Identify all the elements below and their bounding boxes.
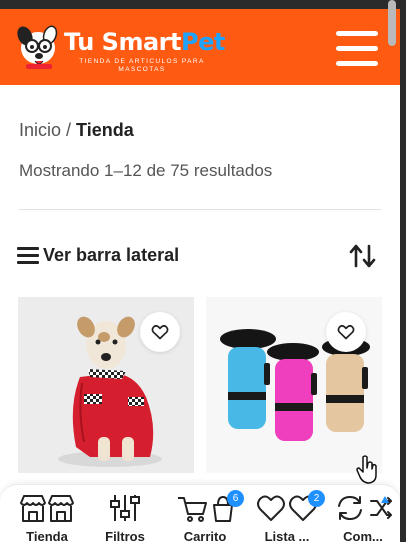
product-card[interactable] xyxy=(18,297,194,473)
product-card[interactable] xyxy=(206,297,382,473)
site-logo[interactable]: Tu SmartPet TIENDA DE ARTICULOS PARA MAS… xyxy=(16,22,226,73)
wishlist-button[interactable] xyxy=(140,312,180,352)
breadcrumb: Inicio / Tienda xyxy=(19,120,134,141)
brand-name: Tu SmartPet xyxy=(64,28,225,56)
results-count: Mostrando 1–12 de 75 resultados xyxy=(19,161,273,180)
scrollbar-thumb[interactable] xyxy=(388,0,396,46)
sort-arrows-icon[interactable] xyxy=(349,243,377,269)
filter-sliders-icon xyxy=(110,495,140,521)
bottom-nav-filters[interactable]: Filtros xyxy=(89,491,161,542)
bottom-nav-label: Lista ... xyxy=(264,529,310,542)
wishlist-count-badge: 2 xyxy=(308,490,325,507)
bottom-navigation: Tienda Filtros 6 Carrito 2 Lista ... Com… xyxy=(0,484,400,542)
bottom-nav-wishlist[interactable]: 2 Lista ... xyxy=(251,490,325,542)
breadcrumb-home-link[interactable]: Inicio xyxy=(19,120,61,140)
compare-icon xyxy=(338,496,392,520)
cart-count-badge: 6 xyxy=(227,490,244,507)
bottom-nav-compare[interactable]: Com... xyxy=(327,491,399,542)
list-icon xyxy=(17,246,39,264)
cart-icon xyxy=(178,496,233,522)
hand-cursor-icon xyxy=(356,455,377,484)
heart-icon xyxy=(151,324,169,340)
window-edge xyxy=(400,0,406,542)
store-icon xyxy=(20,495,74,522)
bottom-nav-cart[interactable]: 6 Carrito xyxy=(169,490,244,542)
brand-tagline: TIENDA DE ARTICULOS PARA MASCOTAS xyxy=(79,58,205,73)
bottom-nav-shop[interactable]: Tienda xyxy=(11,491,83,542)
browser-top-strip xyxy=(0,0,406,9)
breadcrumb-current: Tienda xyxy=(76,120,134,140)
site-header: Tu SmartPet TIENDA DE ARTICULOS PARA MAS… xyxy=(0,9,400,85)
heart-icon xyxy=(337,324,355,340)
bottom-nav-label: Tienda xyxy=(26,529,68,542)
breadcrumb-separator: / xyxy=(66,120,72,140)
dog-logo-icon xyxy=(17,25,58,69)
hamburger-menu-icon[interactable] xyxy=(336,31,378,67)
shop-page: Tu SmartPet TIENDA DE ARTICULOS PARA MAS… xyxy=(0,0,400,542)
bottom-nav-label: Com... xyxy=(343,529,383,542)
sidebar-toggle-button[interactable]: Ver barra lateral xyxy=(17,243,179,267)
bottom-nav-label: Carrito xyxy=(183,529,227,542)
sidebar-toggle-label: Ver barra lateral xyxy=(43,244,180,265)
bottom-nav-label: Filtros xyxy=(105,529,145,542)
wishlist-button[interactable] xyxy=(326,312,366,352)
divider xyxy=(19,209,381,210)
